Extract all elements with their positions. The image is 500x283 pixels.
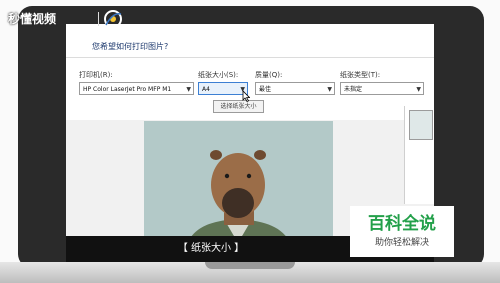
printer-select[interactable]: HP Color LaserJet Pro MFP M1 ▼ — [79, 82, 194, 95]
paper-type-label: 纸张类型(T): — [340, 71, 381, 79]
subtitle-caption: 【 纸张大小 】 — [177, 243, 245, 254]
dialog-title: 您希望如何打印图片? — [92, 42, 169, 51]
paper-type-select-value: 未指定 — [344, 86, 363, 93]
chevron-down-icon: ▼ — [186, 86, 191, 93]
mouse-cursor-icon — [242, 90, 250, 102]
printer-select-value: HP Color LaserJet Pro MFP M1 — [83, 86, 172, 93]
watermark-divider — [98, 12, 99, 26]
quality-select-value: 最佳 — [259, 86, 272, 93]
chevron-down-icon: ▼ — [416, 86, 421, 93]
paper-size-tooltip: 选择纸张大小 — [213, 100, 264, 113]
badge-subtitle: 助你轻松解决 — [374, 238, 429, 248]
laptop-notch — [205, 262, 295, 269]
paper-size-select[interactable]: A4 ▼ — [198, 82, 248, 95]
watermark-text: 秒懂视频 — [8, 12, 57, 26]
page-thumbnail[interactable] — [409, 110, 433, 140]
title-divider — [66, 57, 434, 58]
watermark-logo-icon — [104, 10, 122, 28]
printer-label: 打印机(R): — [79, 71, 113, 79]
quality-select[interactable]: 最佳 ▼ — [255, 82, 335, 95]
chevron-down-icon: ▼ — [327, 86, 332, 93]
badge-title: 百科全说 — [368, 214, 436, 234]
paper-type-select[interactable]: 未指定 ▼ — [340, 82, 424, 95]
paper-size-label: 纸张大小(S): — [198, 71, 239, 79]
quality-label: 质量(Q): — [255, 71, 283, 79]
paper-size-select-value: A4 — [202, 86, 210, 93]
thumbnail-panel[interactable] — [404, 106, 434, 204]
